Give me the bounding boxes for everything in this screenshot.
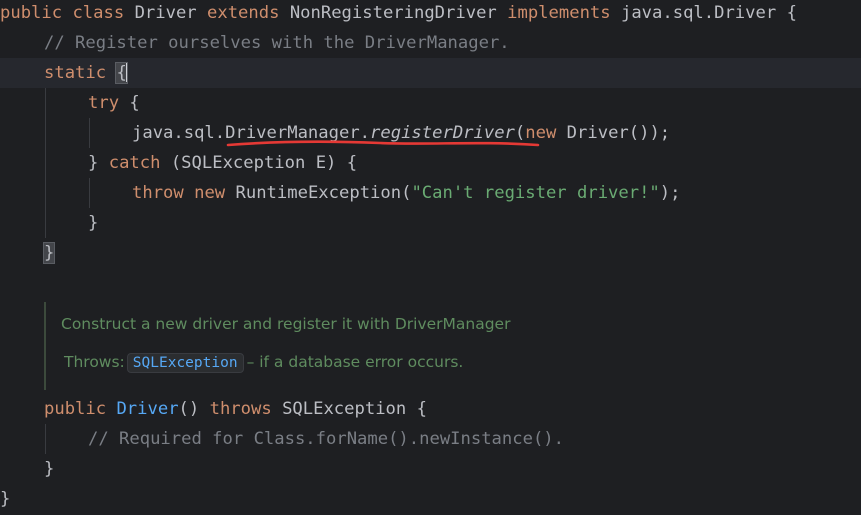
current-line-highlight (0, 58, 861, 88)
code-line-5[interactable]: java.sql.DriverManager.registerDriver(ne… (132, 118, 670, 148)
code-editor[interactable]: public class Driver extends NonRegisteri… (0, 0, 861, 515)
javadoc-throws: Throws: SQLException – if a database error… (64, 353, 463, 373)
throws-type-link[interactable]: SQLException (126, 353, 244, 373)
constructor-name: Driver (116, 399, 179, 419)
exception-constructor: RuntimeException( (235, 183, 412, 203)
close-brace: } (88, 213, 99, 233)
code-line-1[interactable]: public class Driver extends NonRegisteri… (0, 0, 797, 28)
javadoc-description: Construct a new driver and register it w… (61, 315, 511, 333)
keyword-try: try (88, 93, 120, 113)
javadoc-bar (44, 302, 46, 390)
keyword-extends: extends (207, 3, 280, 23)
class-reference-drivermanager[interactable]: DriverManager (225, 123, 360, 143)
code-line-9[interactable]: } (42, 238, 56, 268)
keyword-class: class (72, 3, 125, 23)
catch-params: (SQLException E) { (170, 153, 358, 173)
code-line-8[interactable]: } (88, 208, 98, 238)
indent-guide (89, 118, 90, 148)
indent-guide (89, 178, 90, 208)
open-brace: { (129, 93, 140, 113)
code-line-4[interactable]: try { (88, 88, 140, 118)
code-line-10[interactable]: public Driver() throws SQLException { (44, 394, 427, 424)
close-brace: } (88, 153, 99, 173)
comment-required: // Required for Class.forName().newInsta… (88, 429, 564, 449)
code-line-2[interactable]: // Register ourselves with the DriverMan… (44, 28, 510, 58)
throws-description: – if a database error occurs. (246, 353, 464, 371)
interface-name: java.sql.Driver (620, 3, 777, 23)
code-line-3[interactable]: static { (44, 58, 128, 88)
code-line-6[interactable]: } catch (SQLException E) { (88, 148, 357, 178)
class-name: Driver (134, 3, 197, 23)
parens: () (178, 399, 200, 419)
close-brace: } (0, 489, 11, 509)
constructor-call: Driver()); (566, 123, 671, 143)
keyword-implements: implements (507, 3, 611, 23)
rendered-javadoc[interactable]: Construct a new driver and register it w… (44, 302, 844, 390)
text-cursor (125, 62, 128, 82)
method-registerdriver[interactable]: registerDriver (370, 123, 515, 143)
string-literal: "Can't register driver!" (411, 183, 660, 203)
matched-close-brace: } (42, 242, 56, 264)
close-brace: } (44, 459, 55, 479)
indent-guide (45, 424, 46, 454)
throws-label: Throws: (64, 353, 125, 371)
code-line-7[interactable]: throw new RuntimeException("Can't regist… (132, 178, 681, 208)
keyword-public: public (44, 399, 107, 419)
superclass-name: NonRegisteringDriver (289, 3, 497, 23)
keyword-throws: throws (209, 399, 272, 419)
keyword-throw: throw (132, 183, 184, 203)
keyword-static: static (44, 63, 107, 83)
package-name: java.sql. (132, 123, 226, 143)
comment-register: // Register ourselves with the DriverMan… (44, 33, 510, 53)
keyword-new: new (194, 183, 226, 203)
keyword-new: new (525, 123, 557, 143)
keyword-public: public (0, 3, 63, 23)
statement-end: ); (659, 183, 681, 203)
indent-guide (45, 88, 46, 238)
code-line-12[interactable]: } (44, 454, 54, 484)
code-line-13[interactable]: } (0, 484, 10, 514)
dot: . (359, 123, 371, 143)
keyword-catch: catch (108, 153, 161, 173)
exception-type: SQLException (282, 399, 407, 419)
paren-open: ( (514, 123, 526, 143)
open-brace: { (416, 399, 427, 419)
code-line-11[interactable]: // Required for Class.forName().newInsta… (88, 424, 564, 454)
open-brace: { (786, 3, 797, 23)
